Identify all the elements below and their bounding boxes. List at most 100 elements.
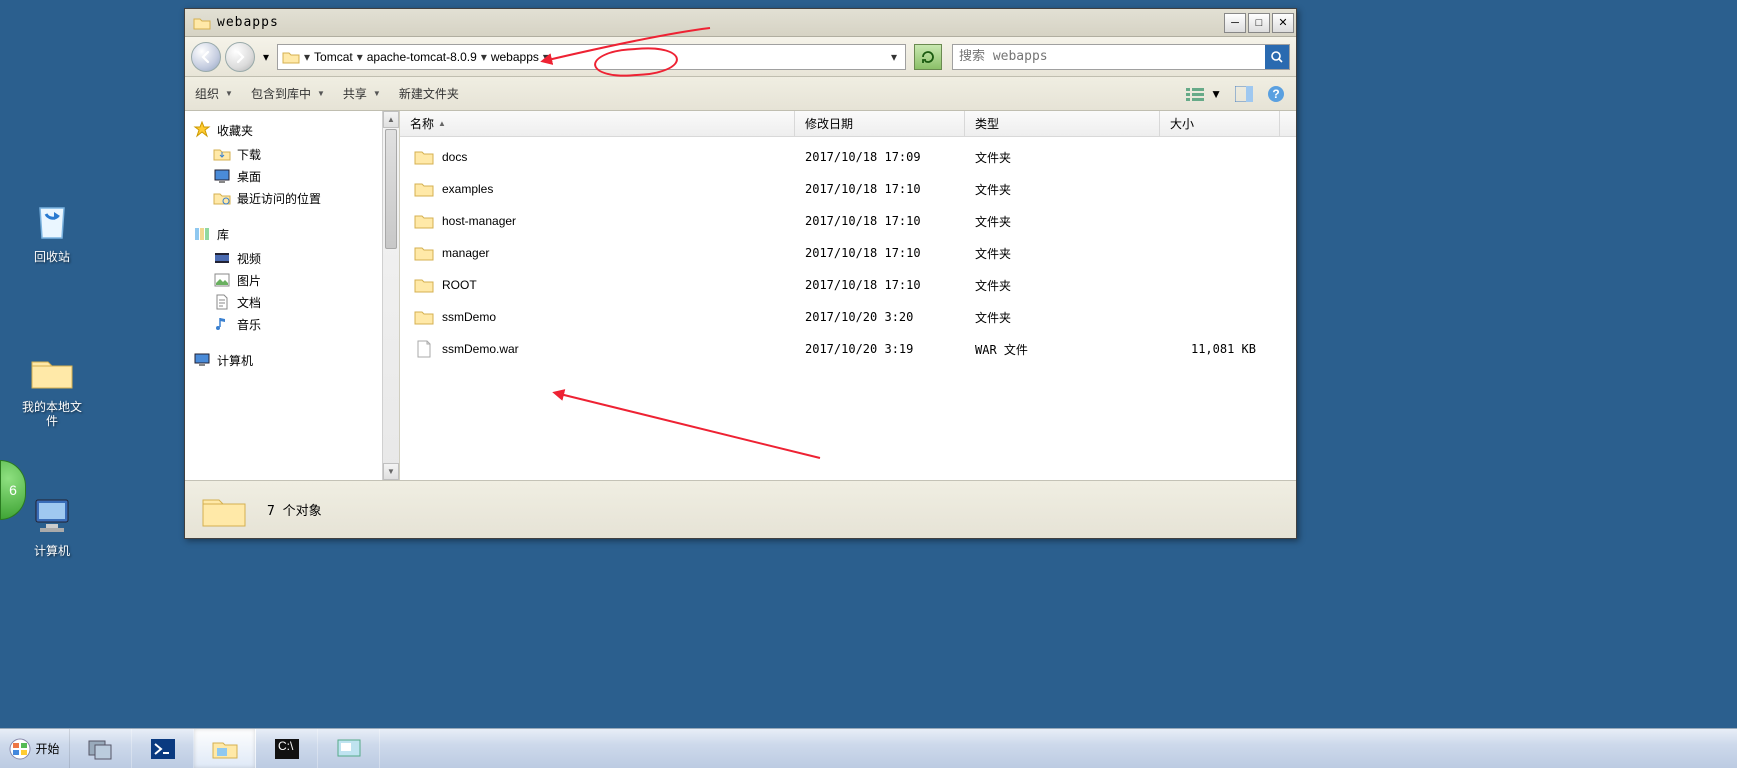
taskbar-desktop[interactable] <box>318 729 380 768</box>
breadcrumb-overflow[interactable]: ▾ <box>885 50 903 64</box>
favorites-group[interactable]: 收藏夹 <box>185 117 399 143</box>
desktop-icon-recycle-bin[interactable]: 回收站 <box>14 198 90 264</box>
computer-label: 计算机 <box>217 352 253 369</box>
sidebar-item-pictures[interactable]: 图片 <box>185 269 399 291</box>
column-headers: 名称▲ 修改日期 类型 大小 <box>400 111 1296 137</box>
help-button[interactable]: ? <box>1266 84 1286 104</box>
file-row[interactable]: ssmDemo.war2017/10/20 3:19WAR 文件11,081 K… <box>400 333 1296 365</box>
history-dropdown[interactable]: ▾ <box>259 45 273 69</box>
command-bar: 组织▼ 包含到库中▼ 共享▼ 新建文件夹 ▼ ? <box>185 77 1296 111</box>
file-row[interactable]: ssmDemo2017/10/20 3:20文件夹 <box>400 301 1296 333</box>
file-row[interactable]: ROOT 2017/10/18 17:10文件夹 <box>400 269 1296 301</box>
status-text: 7 个对象 <box>267 500 322 519</box>
downloads-icon <box>213 145 231 163</box>
col-size[interactable]: 大小 <box>1160 111 1280 136</box>
folder-icon <box>414 211 434 231</box>
new-folder-button[interactable]: 新建文件夹 <box>399 85 459 102</box>
server-icon <box>87 737 115 761</box>
file-type: 文件夹 <box>965 245 1160 262</box>
folder-icon <box>193 14 211 32</box>
desktop-icon <box>213 167 231 185</box>
preview-pane-button[interactable] <box>1234 84 1254 104</box>
file-date: 2017/10/18 17:10 <box>795 278 965 292</box>
scroll-down-button[interactable]: ▼ <box>383 463 399 480</box>
file-row[interactable]: host-manager2017/10/18 17:10文件夹 <box>400 205 1296 237</box>
desktop-icon-computer[interactable]: 计算机 <box>14 492 90 558</box>
file-type: 文件夹 <box>965 277 1160 294</box>
sidebar-item-label: 最近访问的位置 <box>237 190 321 207</box>
maximize-button[interactable]: □ <box>1248 13 1270 33</box>
scroll-up-button[interactable]: ▲ <box>383 111 399 128</box>
taskbar-explorer[interactable] <box>194 729 256 768</box>
picture-icon <box>213 271 231 289</box>
powershell-icon <box>149 737 177 761</box>
document-icon <box>213 293 231 311</box>
newfolder-label: 新建文件夹 <box>399 85 459 102</box>
share-menu[interactable]: 共享▼ <box>343 85 381 102</box>
status-bar: 7 个对象 <box>185 480 1296 538</box>
sidebar-item-videos[interactable]: 视频 <box>185 247 399 269</box>
organize-menu[interactable]: 组织▼ <box>195 85 233 102</box>
taskbar-server-manager[interactable] <box>70 729 132 768</box>
taskbar-powershell[interactable] <box>132 729 194 768</box>
sidebar-item-label: 视频 <box>237 250 261 267</box>
search-input[interactable] <box>953 49 1265 64</box>
col-type[interactable]: 类型 <box>965 111 1160 136</box>
file-row[interactable]: examples2017/10/18 17:10文件夹 <box>400 173 1296 205</box>
view-mode-button[interactable]: ▼ <box>1186 84 1222 104</box>
taskbar: 开始 C:\ <box>0 728 1737 768</box>
sidebar-item-recent[interactable]: 最近访问的位置 <box>185 187 399 209</box>
file-row[interactable]: docs2017/10/18 17:09文件夹 <box>400 141 1296 173</box>
sidebar-item-desktop[interactable]: 桌面 <box>185 165 399 187</box>
file-name: ssmDemo <box>442 310 496 324</box>
sidebar-item-documents[interactable]: 文档 <box>185 291 399 313</box>
refresh-button[interactable] <box>914 44 942 70</box>
file-list-area: 名称▲ 修改日期 类型 大小 docs2017/10/18 17:09文件夹ex… <box>400 111 1296 480</box>
minimize-button[interactable]: ─ <box>1224 13 1246 33</box>
folder-icon <box>414 307 434 327</box>
breadcrumb-sep[interactable]: ▾ <box>302 50 312 64</box>
folder-icon <box>414 243 434 263</box>
back-button[interactable] <box>191 42 221 72</box>
desktop-icon-label: 我的本地文 件 <box>10 400 94 429</box>
computer-group[interactable]: 计算机 <box>185 347 399 373</box>
breadcrumb-seg[interactable]: Tomcat <box>312 50 355 64</box>
col-label: 名称 <box>410 115 434 132</box>
sidebar-item-music[interactable]: 音乐 <box>185 313 399 335</box>
breadcrumb-seg[interactable]: apache-tomcat-8.0.9 <box>365 50 479 64</box>
include-in-library-menu[interactable]: 包含到库中▼ <box>251 85 325 102</box>
video-icon <box>213 249 231 267</box>
libraries-group[interactable]: 库 <box>185 221 399 247</box>
file-name: examples <box>442 182 493 196</box>
breadcrumb-sep[interactable]: ▾ <box>479 50 489 64</box>
breadcrumb-sep[interactable]: ▾ <box>541 50 551 64</box>
chevron-down-icon: ▼ <box>317 89 325 98</box>
col-date[interactable]: 修改日期 <box>795 111 965 136</box>
sidebar-item-label: 文档 <box>237 294 261 311</box>
taskbar-cmd[interactable]: C:\ <box>256 729 318 768</box>
breadcrumb-seg[interactable]: webapps <box>489 50 541 64</box>
address-bar[interactable]: ▾ Tomcat ▾ apache-tomcat-8.0.9 ▾ webapps… <box>277 44 906 70</box>
file-row[interactable]: manager2017/10/18 17:10文件夹 <box>400 237 1296 269</box>
libraries-label: 库 <box>217 226 229 243</box>
file-name: ssmDemo.war <box>442 342 519 356</box>
breadcrumb-sep[interactable]: ▾ <box>355 50 365 64</box>
search-box[interactable] <box>952 44 1290 70</box>
file-size: 11,081 KB <box>1160 342 1280 356</box>
file-name: ROOT <box>442 278 477 292</box>
scroll-thumb[interactable] <box>385 129 397 249</box>
sidebar-scrollbar[interactable]: ▲ ▼ <box>382 111 399 480</box>
recent-icon <box>213 189 231 207</box>
close-button[interactable]: ✕ <box>1272 13 1294 33</box>
col-name[interactable]: 名称▲ <box>400 111 795 136</box>
search-button[interactable] <box>1265 45 1289 69</box>
desktop-icon-label: 回收站 <box>14 250 90 264</box>
sidebar-item-downloads[interactable]: 下载 <box>185 143 399 165</box>
file-date: 2017/10/20 3:20 <box>795 310 965 324</box>
start-button[interactable]: 开始 <box>0 729 70 768</box>
desktop-icon-myfiles[interactable]: 我的本地文 件 <box>10 348 94 429</box>
sidebar-item-label: 桌面 <box>237 168 261 185</box>
titlebar[interactable]: webapps ─ □ ✕ <box>185 9 1296 37</box>
forward-button[interactable] <box>225 42 255 72</box>
nav-bar: ▾ ▾ Tomcat ▾ apache-tomcat-8.0.9 ▾ webap… <box>185 37 1296 77</box>
